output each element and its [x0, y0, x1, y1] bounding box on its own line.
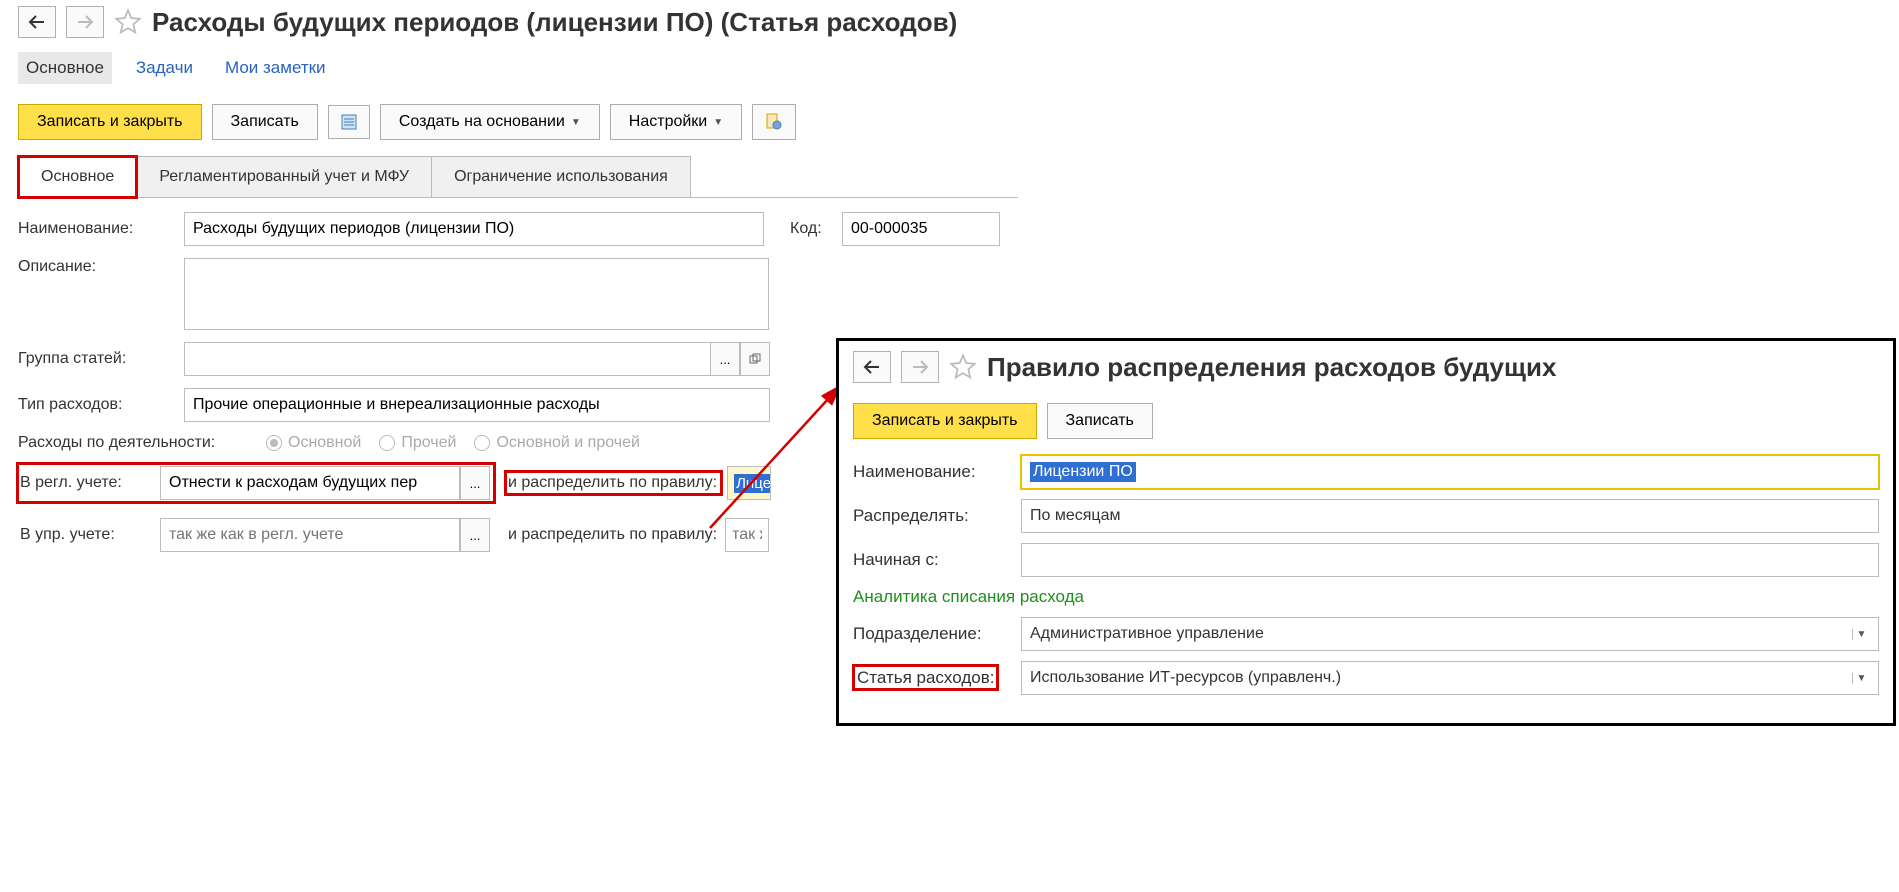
chevron-down-icon: ▼ [571, 117, 581, 128]
mgmt-input[interactable] [160, 518, 460, 552]
dialog-name-label: Наименование: [853, 462, 1021, 482]
dialog-distribute-value: По месяцам [1030, 507, 1870, 525]
dialog-back-button[interactable] [853, 351, 891, 383]
type-label: Тип расходов: [18, 396, 178, 414]
list-icon [341, 114, 357, 130]
arrow-right-icon [911, 360, 929, 374]
save-button[interactable]: Записать [212, 104, 318, 140]
favorite-star-icon[interactable] [114, 8, 142, 36]
radio-both[interactable]: Основной и прочей [474, 434, 639, 452]
rule-dialog: Правило распределения расходов будущих З… [836, 338, 1896, 726]
dialog-title: Правило распределения расходов будущих [987, 352, 1556, 383]
tab-tasks[interactable]: Задачи [128, 52, 201, 84]
dialog-distribute-input[interactable]: По месяцам [1021, 499, 1879, 533]
dialog-start-label: Начиная с: [853, 550, 1021, 570]
doc-icon-button[interactable] [752, 104, 796, 140]
top-tabs: Основное Задачи Мои заметки [18, 52, 1881, 84]
radio-other-label: Прочей [401, 434, 456, 452]
group-input[interactable] [184, 342, 710, 376]
group-ellipsis-button[interactable]: ... [710, 342, 740, 376]
rule-label: и распределить по правилу: [508, 474, 717, 492]
radio-circle-icon [266, 435, 282, 451]
forward-button[interactable] [66, 6, 104, 38]
dialog-forward-button[interactable] [901, 351, 939, 383]
form-tabs: Основное Регламентированный учет и МФУ О… [18, 156, 1881, 198]
desc-textarea[interactable] [184, 258, 769, 330]
tab-main-top[interactable]: Основное [18, 52, 112, 84]
name-label: Наименование: [18, 220, 178, 238]
form-tab-reg[interactable]: Регламентированный учет и МФУ [136, 156, 432, 198]
radio-both-label: Основной и прочей [496, 434, 639, 452]
exp-item-label-highlight: Статья расходов: [853, 665, 998, 690]
rule-value-2[interactable] [725, 518, 769, 552]
type-input[interactable] [184, 388, 770, 422]
reg-label: В регл. учете: [20, 474, 160, 492]
radio-main-label: Основной [288, 434, 361, 452]
back-button[interactable] [18, 6, 56, 38]
dialog-dept-input[interactable]: Административное управление ▼ [1021, 617, 1879, 651]
chevron-down-icon: ▼ [1852, 673, 1870, 684]
favorite-star-icon[interactable] [949, 353, 977, 381]
dialog-expitem-input[interactable]: Использование ИТ-ресурсов (управленч.) ▼ [1021, 661, 1879, 695]
rule-value-text: Лице [734, 474, 771, 493]
settings-label: Настройки [629, 113, 707, 131]
code-label: Код: [790, 220, 836, 238]
dialog-save-button[interactable]: Записать [1047, 403, 1153, 439]
desc-label: Описание: [18, 258, 178, 276]
form-tab-restriction[interactable]: Ограничение использования [431, 156, 691, 198]
dialog-expitem-label: Статья расходов: [853, 668, 1021, 688]
chevron-down-icon: ▼ [713, 117, 723, 128]
reg-account-highlight: В регл. учете: ... [18, 464, 494, 502]
dialog-save-close-button[interactable]: Записать и закрыть [853, 403, 1037, 439]
name-input[interactable] [184, 212, 764, 246]
code-input[interactable] [842, 212, 1000, 246]
activity-label: Расходы по деятельности: [18, 434, 260, 452]
create-based-button[interactable]: Создать на основании ▼ [380, 104, 600, 140]
reg-input[interactable] [160, 466, 460, 500]
save-close-button[interactable]: Записать и закрыть [18, 104, 202, 140]
group-open-button[interactable] [740, 342, 770, 376]
open-ext-icon [749, 353, 761, 365]
form-tab-main[interactable]: Основное [18, 156, 137, 198]
activity-radio-group: Основной Прочей Основной и прочей [266, 434, 640, 452]
dialog-section-title: Аналитика списания расхода [853, 587, 1879, 607]
dialog-start-input[interactable] [1021, 543, 1879, 577]
create-based-label: Создать на основании [399, 113, 565, 131]
radio-other[interactable]: Прочей [379, 434, 456, 452]
toolbar: Записать и закрыть Записать Создать на о… [18, 104, 1881, 140]
settings-button[interactable]: Настройки ▼ [610, 104, 742, 140]
arrow-right-icon [76, 15, 94, 29]
radio-circle-icon [474, 435, 490, 451]
radio-circle-icon [379, 435, 395, 451]
rule-value-input[interactable]: Лице [727, 466, 771, 500]
arrow-left-icon [863, 360, 881, 374]
tab-notes[interactable]: Мои заметки [217, 52, 334, 84]
arrow-left-icon [28, 15, 46, 29]
rule-highlight: и распределить по правилу: [506, 472, 721, 494]
group-label: Группа статей: [18, 350, 178, 368]
list-icon-button[interactable] [328, 105, 370, 139]
dialog-name-value: Лицензии ПО [1030, 462, 1136, 482]
dialog-expitem-value: Использование ИТ-ресурсов (управленч.) [1030, 669, 1852, 687]
dialog-distribute-label: Распределять: [853, 506, 1021, 526]
page-title: Расходы будущих периодов (лицензии ПО) (… [152, 7, 957, 38]
chevron-down-icon: ▼ [1852, 629, 1870, 640]
rule-label-2: и распределить по правилу: [508, 526, 717, 544]
dialog-name-input[interactable]: Лицензии ПО [1021, 455, 1879, 489]
radio-main[interactable]: Основной [266, 434, 361, 452]
mgmt-label: В упр. учете: [20, 526, 160, 544]
dialog-dept-value: Административное управление [1030, 625, 1852, 643]
mgmt-ellipsis-button[interactable]: ... [460, 518, 490, 552]
reg-ellipsis-button[interactable]: ... [460, 466, 490, 500]
document-gear-icon [765, 113, 783, 131]
dialog-dept-label: Подразделение: [853, 624, 1021, 644]
